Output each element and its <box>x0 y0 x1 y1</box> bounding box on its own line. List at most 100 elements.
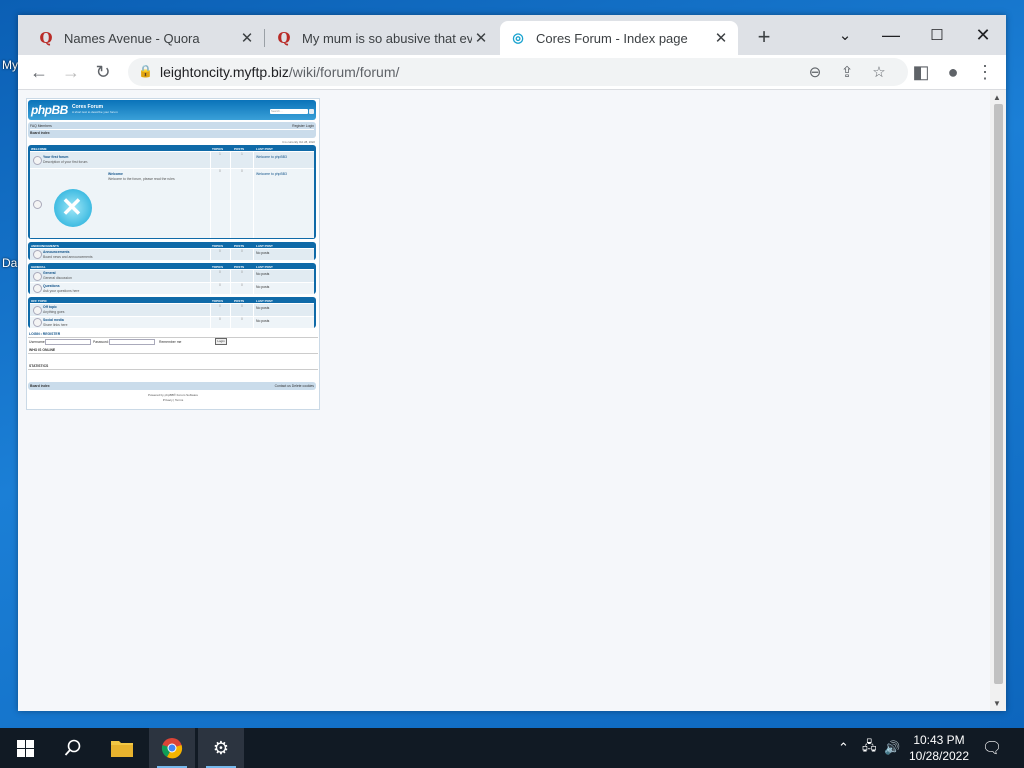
forum-logo-icon <box>54 189 92 227</box>
search-icon[interactable] <box>50 728 96 768</box>
forum-title[interactable]: Welcome <box>108 172 123 176</box>
forum-status-icon <box>33 318 42 327</box>
tab-search-icon[interactable]: ⌄ <box>822 19 868 51</box>
forum-title[interactable]: Questions <box>43 284 60 288</box>
tab-strip: Q Names Avenue - Quora ✕ Q My mum is so … <box>18 15 1006 55</box>
who-is-online-heading: WHO IS ONLINE <box>29 348 56 352</box>
forum-title[interactable]: Off topic <box>43 305 57 309</box>
nav-auth-links[interactable]: Register Login <box>292 124 314 128</box>
topics-count: 0 <box>210 304 231 316</box>
forum-row: Your first forum Description of your fir… <box>30 151 314 168</box>
category-name[interactable]: OFF TOPIC <box>31 299 47 303</box>
taskbar: ⚙ ⌃ 🖧 🔊 10:43 PM 10/28/2022 🗨 <box>0 728 1024 768</box>
chrome-icon[interactable] <box>149 728 195 768</box>
desktop-icon-label[interactable]: My <box>2 58 18 72</box>
login-title[interactable]: LOGIN • REGISTER <box>29 332 60 336</box>
forum-row: Questions Ask your questions here 0 0 No… <box>30 282 314 294</box>
page-content: phpBB Cores Forum A short text to descri… <box>18 90 990 711</box>
windows-start-icon[interactable] <box>2 728 48 768</box>
network-icon[interactable]: 🖧 <box>862 728 877 768</box>
time-text: 10:43 PM <box>913 733 965 747</box>
forum-title[interactable]: Social media <box>43 318 64 322</box>
remember-me-label[interactable]: Remember me <box>159 340 181 344</box>
profile-avatar-icon[interactable]: ● <box>940 59 966 85</box>
tab-quora-1[interactable]: Q Names Avenue - Quora ✕ <box>28 21 264 55</box>
login-button[interactable]: Login <box>215 338 227 345</box>
side-panel-icon[interactable]: ◧ <box>908 59 934 85</box>
column-topics: TOPICS <box>212 146 224 151</box>
bookmark-star-icon[interactable]: ☆ <box>868 61 890 83</box>
zoom-icon[interactable]: ⊖ <box>804 61 826 83</box>
forum-title[interactable]: Announcements <box>43 250 70 254</box>
breadcrumb[interactable]: Board index <box>30 131 50 135</box>
chevron-up-icon[interactable]: ⌃ <box>838 728 849 768</box>
nav-links[interactable]: FAQ Members <box>30 124 52 128</box>
divider <box>30 129 314 130</box>
browser-toolbar: ← → ↻ 🔒 leightoncity.myftp.biz/wiki/foru… <box>18 55 1006 90</box>
volume-icon[interactable]: 🔊 <box>884 728 900 768</box>
forward-button[interactable]: → <box>58 59 84 85</box>
column-last-post: LAST POST <box>256 264 273 269</box>
vertical-scrollbar[interactable]: ▲ ▼ <box>990 90 1006 711</box>
address-bar[interactable]: 🔒 leightoncity.myftp.biz/wiki/forum/foru… <box>128 58 908 86</box>
last-post: No posts <box>256 272 270 276</box>
reload-button[interactable]: ↻ <box>90 59 116 85</box>
password-input[interactable] <box>109 339 155 345</box>
search-icon[interactable] <box>309 109 314 114</box>
posts-count: 0 <box>231 249 254 260</box>
scroll-up-arrow-icon[interactable]: ▲ <box>993 93 1001 102</box>
divider <box>28 337 318 338</box>
tab-cores-forum[interactable]: ◎ Cores Forum - Index page ✕ <box>500 21 738 55</box>
tab-quora-2[interactable]: Q My mum is so abusive that even ✕ <box>266 21 498 55</box>
desktop-icon-label[interactable]: Da <box>2 256 17 270</box>
share-icon[interactable]: ⇪ <box>836 61 858 83</box>
forum-title[interactable]: General <box>43 271 56 275</box>
quora-icon: Q <box>39 29 53 47</box>
scroll-down-arrow-icon[interactable]: ▼ <box>993 699 1001 708</box>
forum-description: Description of your first forum. <box>43 160 89 164</box>
quora-icon: Q <box>277 29 291 47</box>
last-post[interactable]: Welcome to phpBB3 <box>256 172 287 176</box>
forum-description: General discussion <box>43 276 72 280</box>
clock[interactable]: 10:43 PM 10/28/2022 <box>904 732 974 764</box>
close-icon[interactable]: ✕ <box>712 29 730 47</box>
settings-gear-icon[interactable]: ⚙ <box>198 728 244 768</box>
category-name[interactable]: WELCOME <box>31 147 47 151</box>
lock-icon[interactable]: 🔒 <box>138 64 153 78</box>
username-input[interactable] <box>45 339 91 345</box>
column-topics: TOPICS <box>212 243 224 248</box>
category-name[interactable]: ANNOUNCEMENTS <box>31 244 59 248</box>
last-post: No posts <box>256 319 270 323</box>
close-icon[interactable]: ✕ <box>238 29 256 47</box>
new-tab-button[interactable]: + <box>750 24 778 52</box>
column-last-post: LAST POST <box>256 298 273 303</box>
footer-links[interactable]: Contact us Delete cookies <box>275 384 314 388</box>
url-text[interactable]: leightoncity.myftp.biz/wiki/forum/forum/ <box>160 64 399 80</box>
back-button[interactable]: ← <box>26 59 52 85</box>
scrollbar-thumb[interactable] <box>994 104 1003 684</box>
notification-icon[interactable]: 🗨 <box>982 728 1002 768</box>
minimize-button[interactable]: — <box>868 19 914 51</box>
column-last-post: LAST POST <box>256 243 273 248</box>
footer-board-index[interactable]: Board index <box>30 384 50 388</box>
site-description: A short text to describe your forum <box>72 110 118 114</box>
posts-count: 0 <box>231 283 254 294</box>
close-icon[interactable]: ✕ <box>472 29 490 47</box>
menu-kebab-icon[interactable]: ⋮ <box>972 59 998 85</box>
phpbb-logo[interactable]: phpBB <box>31 103 68 117</box>
forum-search-input[interactable]: Search… <box>270 109 308 114</box>
privacy-links[interactable]: Privacy | Terms <box>27 398 319 402</box>
column-posts: POSTS <box>234 146 245 151</box>
category-name[interactable]: GENERAL <box>31 265 46 269</box>
last-post[interactable]: Welcome to phpBB3 <box>256 155 287 159</box>
forum-status-icon <box>33 200 42 209</box>
column-posts: POSTS <box>234 264 245 269</box>
forum-title[interactable]: Your first forum <box>43 155 68 159</box>
maximize-button[interactable]: ☐ <box>914 19 960 51</box>
column-topics: TOPICS <box>212 298 224 303</box>
forum-status-icon <box>33 272 42 281</box>
file-explorer-icon[interactable] <box>99 728 145 768</box>
forum-navbar: FAQ Members Register Login Board index <box>28 122 316 138</box>
close-window-button[interactable]: ✕ <box>960 19 1006 51</box>
tab-title: Names Avenue - Quora <box>64 30 200 46</box>
